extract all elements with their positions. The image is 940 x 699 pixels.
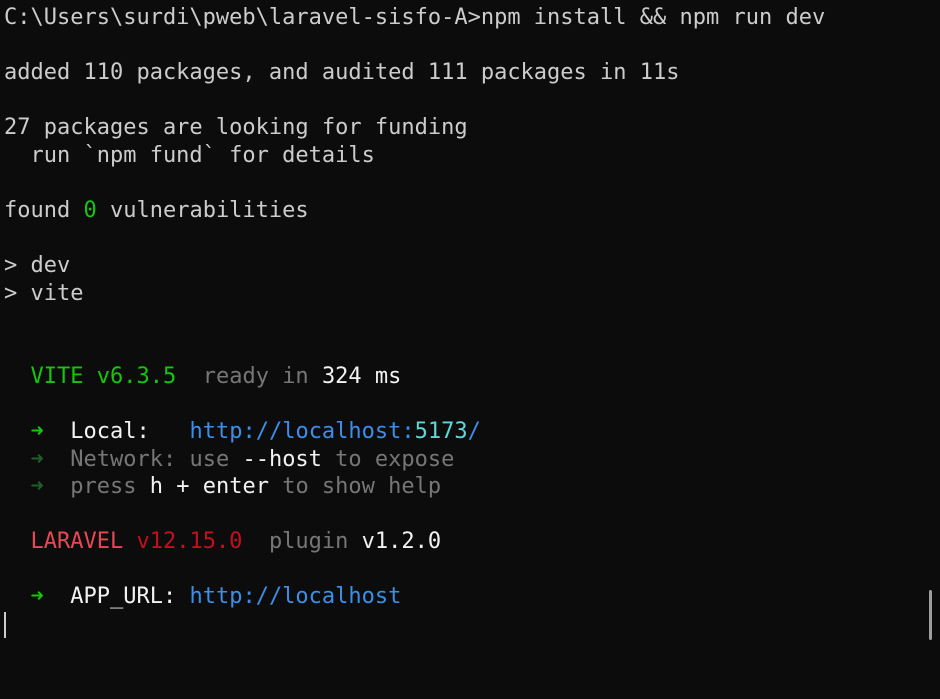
funding-line: 27 packages are looking for funding: [4, 115, 468, 141]
vite-ready-line: VITE v6.3.5 ready in 324 ms: [4, 363, 940, 391]
app-url-label: APP_URL: [70, 584, 163, 610]
vite-local-line: ➜ Local: http://localhost:5173/: [4, 418, 940, 446]
terminal-window[interactable]: C:\Users\surdi\pweb\laravel-sisfo-A>npm …: [0, 0, 940, 699]
script-dev-line: > dev: [4, 253, 71, 279]
vite-ready-ms: 324: [321, 363, 362, 389]
cursor-line: [4, 611, 940, 639]
vite-version: v6.3.5: [96, 363, 177, 389]
vulnerability-count: 0: [83, 198, 97, 224]
arrow-right-icon: ➜: [30, 474, 44, 500]
local-url-port: 5173: [414, 418, 468, 444]
plugin-label: plugin: [268, 529, 362, 555]
network-label: Network:: [70, 446, 177, 472]
press-text: press: [70, 474, 150, 500]
vite-ready-unit: ms: [361, 363, 402, 389]
arrow-right-icon: ➜: [30, 584, 44, 610]
vite-name: VITE: [30, 363, 84, 389]
vite-network-line: ➜ Network: use --host to expose: [4, 446, 940, 474]
network-to: to expose: [321, 446, 455, 472]
command-text: npm install && npm run dev: [480, 5, 826, 30]
arrow-right-icon: ➜: [30, 446, 44, 472]
app-url-sep: :: [162, 584, 190, 610]
app-url-link[interactable]: http://localhost: [189, 584, 401, 609]
script-vite-line: > vite: [4, 280, 84, 306]
laravel-version: v12.15.0: [136, 529, 243, 555]
found-suffix: vulnerabilities: [96, 198, 309, 224]
local-label: Local:: [70, 418, 150, 444]
vite-help-line: ➜ press h + enter to show help: [4, 473, 940, 501]
found-prefix: found: [4, 198, 84, 224]
prompt-path: C:\Users\surdi\pweb\laravel-sisfo-A>: [4, 5, 481, 30]
fund-hint-line: run `npm fund` for details: [4, 142, 375, 168]
network-use: use: [176, 446, 243, 472]
local-url-link[interactable]: http://localhost:5173/: [189, 419, 480, 444]
scrollbar[interactable]: [929, 590, 932, 640]
help-text: to show help: [268, 474, 442, 500]
app-url-line: ➜ APP_URL: http://localhost: [4, 583, 940, 611]
laravel-name: LARAVEL: [30, 529, 124, 555]
vulnerabilities-line: found 0 vulnerabilities: [4, 197, 940, 225]
help-key: h + enter: [149, 474, 269, 500]
command-line: C:\Users\surdi\pweb\laravel-sisfo-A>npm …: [4, 4, 940, 32]
vite-ready-text: ready in: [202, 363, 322, 389]
arrow-right-icon: ➜: [30, 418, 44, 444]
laravel-plugin-line: LARAVEL v12.15.0 plugin v1.2.0: [4, 528, 940, 556]
network-flag: --host: [242, 446, 322, 472]
install-summary: added 110 packages, and audited 111 pack…: [4, 60, 680, 86]
plugin-version: v1.2.0: [361, 529, 442, 555]
text-cursor: [4, 612, 6, 639]
